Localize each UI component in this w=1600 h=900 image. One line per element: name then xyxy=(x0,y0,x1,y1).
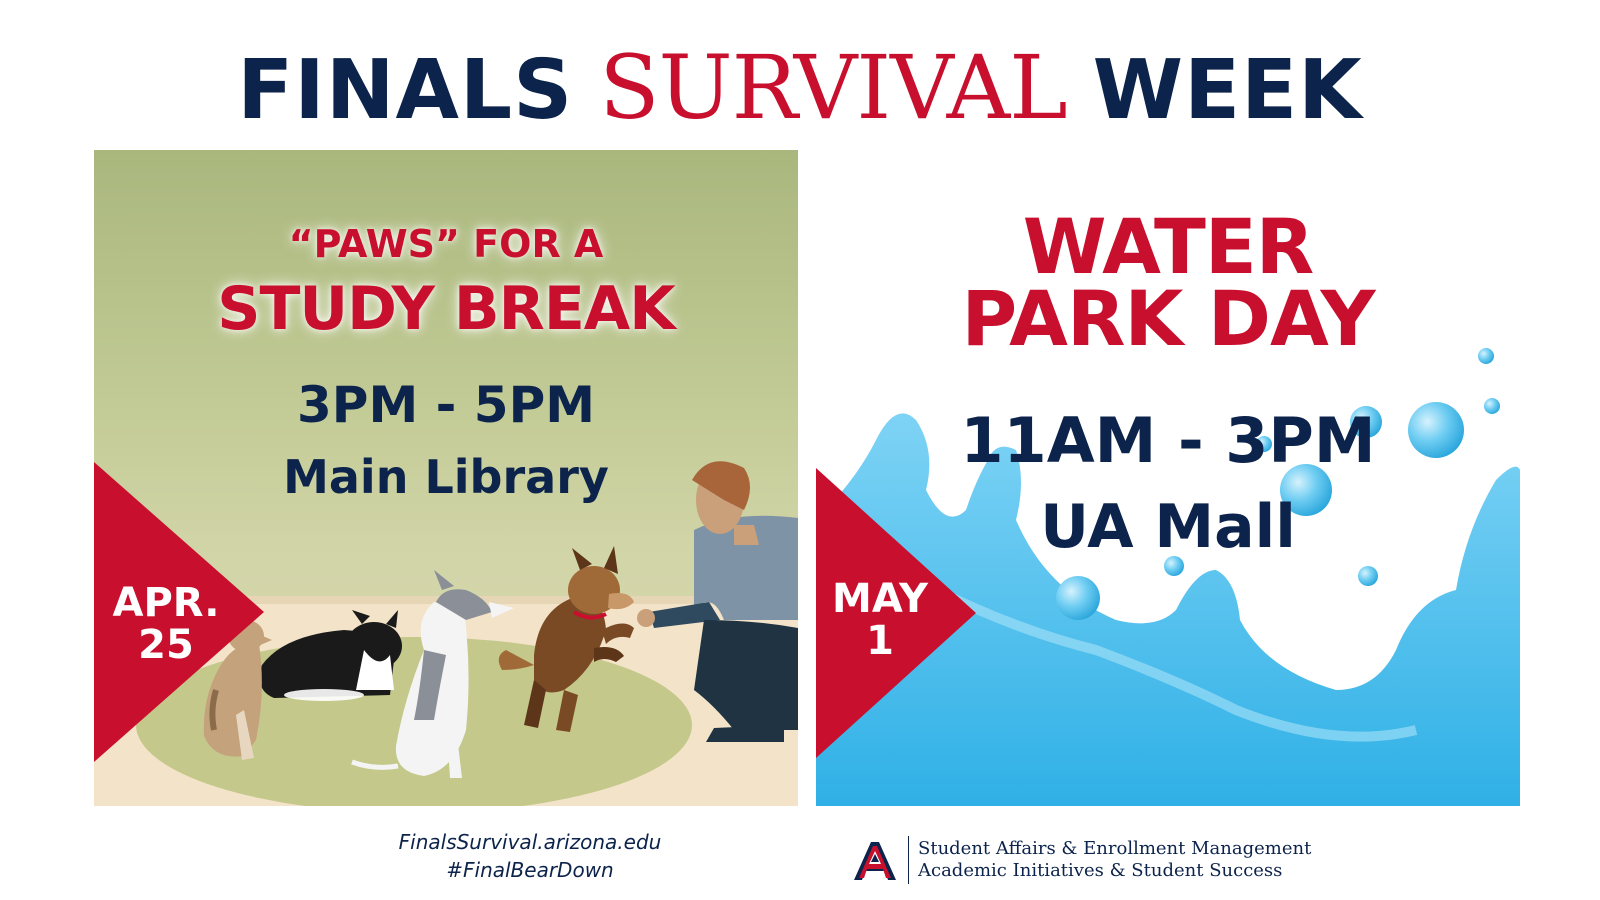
event-panel-waterpark: WATER PARK DAY 11AM - 3PM UA Mall MAY 1 xyxy=(816,150,1520,806)
logo-divider xyxy=(908,836,909,884)
date-left-text: APR. 25 xyxy=(100,582,232,666)
date-left-month: APR. xyxy=(112,580,220,626)
headline-word-week: WEEK xyxy=(1092,43,1363,138)
date-right-text: MAY 1 xyxy=(820,578,940,662)
org-line1: Student Affairs & Enrollment Management xyxy=(918,838,1312,859)
date-left-day: 25 xyxy=(138,622,194,668)
footer-links: FinalsSurvival.arizona.edu #FinalBearDow… xyxy=(340,828,720,884)
org-names: Student Affairs & Enrollment Management … xyxy=(918,838,1311,882)
event-left-line2: STUDY BREAK xyxy=(217,274,676,344)
website-link[interactable]: FinalsSurvival.arizona.edu xyxy=(340,828,720,856)
hashtag: #FinalBearDown xyxy=(446,858,614,882)
poster-headline: FINALS SURVIVAL WEEK xyxy=(0,36,1600,139)
event-left-time: 3PM - 5PM xyxy=(297,376,595,434)
headline-word-survival: SURVIVAL xyxy=(599,36,1067,139)
event-left-line1: “PAWS” FOR A xyxy=(288,222,604,266)
event-right-time: 11AM - 3PM xyxy=(960,404,1376,477)
date-right-month: MAY xyxy=(832,576,928,622)
water-drop xyxy=(1358,566,1378,586)
water-drop xyxy=(1056,576,1100,620)
org-line2: Academic Initiatives & Student Success xyxy=(918,860,1283,881)
headline-word-finals: FINALS xyxy=(237,43,574,138)
event-right-line2: PARK DAY xyxy=(961,274,1375,363)
university-a-logo-icon xyxy=(854,842,896,880)
date-right-day: 1 xyxy=(866,618,894,664)
event-panel-paws: “PAWS” FOR A STUDY BREAK 3PM - 5PM Main … xyxy=(94,150,798,806)
